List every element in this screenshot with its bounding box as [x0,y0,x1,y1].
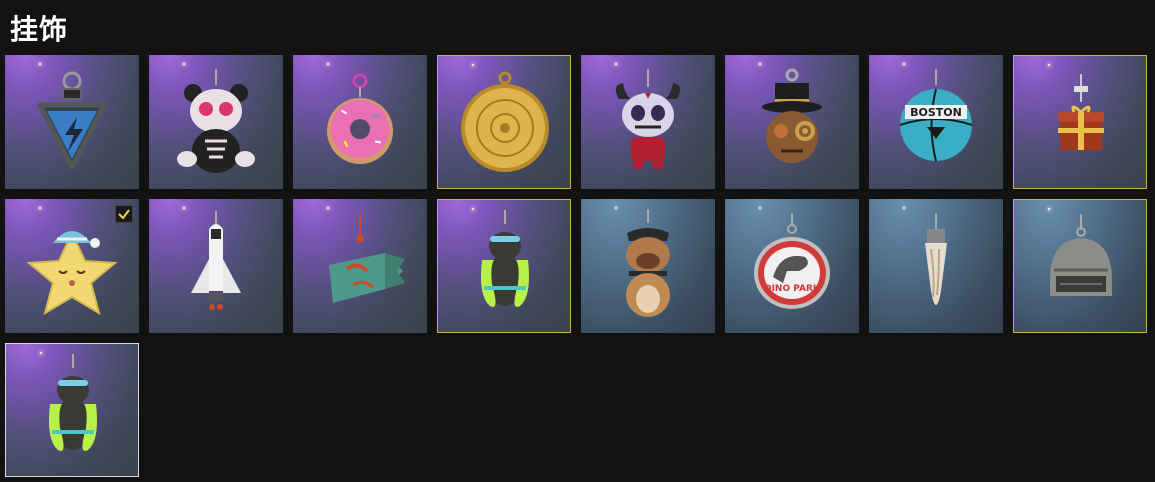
space-shuttle-charm-icon [191,211,241,310]
sugar-skull-panda-charm-icon [177,69,255,173]
seal-with-float-charm-icon [49,354,97,452]
lightning-triangle-charm-icon [37,71,107,170]
fang-tooth-charm-icon [925,213,947,305]
charm-tile-9[interactable] [5,199,139,333]
charm-tile-1[interactable] [5,55,139,189]
checkmark-icon [118,209,130,220]
bulldog-charm-icon [626,209,670,317]
gift-box-charm-icon [1058,74,1104,150]
charm-tile-6[interactable] [725,55,859,189]
koi-fish-charm-icon [329,213,405,303]
charm-tile-17[interactable] [5,343,139,477]
top-hat-steampunk-charm-icon [762,68,822,163]
charm-tile-8[interactable] [1013,55,1147,189]
equipped-checkbox[interactable] [115,205,133,223]
charm-tile-3[interactable] [293,55,427,189]
charm-tile-10[interactable] [149,199,283,333]
basketball-charm-icon: BOSTON [899,69,973,162]
horned-skull-doll-charm-icon [615,69,681,169]
charm-tile-4[interactable] [437,55,571,189]
charm-tile-2[interactable] [149,55,283,189]
charm-tile-5[interactable] [581,55,715,189]
seal-with-float-charm-icon [481,210,529,308]
charm-tile-13[interactable] [581,199,715,333]
basketball-label: BOSTON [910,106,962,119]
charm-tile-15[interactable] [869,199,1003,333]
level3-helmet-charm-icon [1050,214,1112,296]
charm-tile-14[interactable]: DINO PARK [725,199,859,333]
charm-tile-11[interactable] [293,199,427,333]
charm-tile-16[interactable] [1013,199,1147,333]
dino-park-label: DINO PARK [764,284,821,294]
gold-medallion-charm-icon [461,71,549,172]
charm-tile-7[interactable]: BOSTON [869,55,1003,189]
dino-park-badge-charm-icon: DINO PARK [754,213,830,309]
charm-tile-12[interactable] [437,199,571,333]
charm-grid: BOSTON DINO PARK [0,0,1155,482]
donut-charm-icon [327,73,393,164]
